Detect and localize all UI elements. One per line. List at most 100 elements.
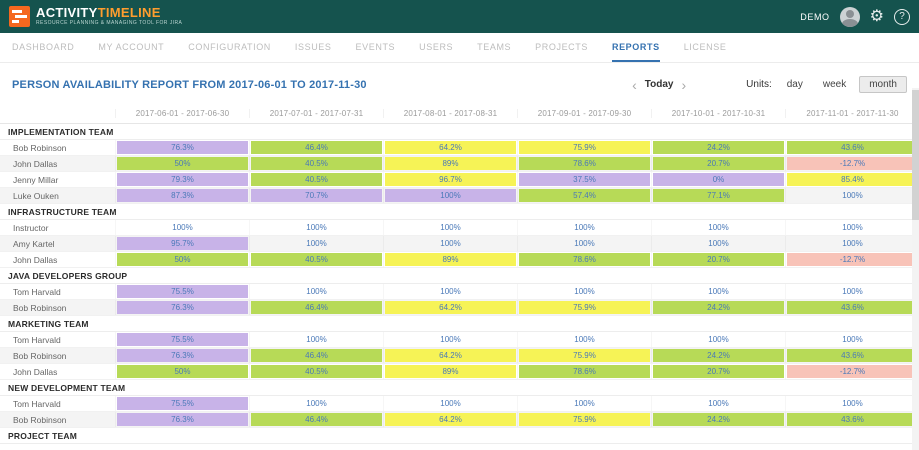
availability-cell[interactable]: 43.6% [785,348,919,363]
unit-button-day[interactable]: day [780,76,810,93]
availability-cell[interactable]: 64.2% [383,348,517,363]
availability-cell[interactable]: 20.7% [651,252,785,267]
availability-cell[interactable]: 75.9% [517,412,651,427]
availability-cell[interactable]: 100% [249,284,383,299]
availability-cell[interactable]: 57.4% [517,188,651,203]
availability-cell[interactable]: 75.9% [517,348,651,363]
availability-cell[interactable]: 100% [249,332,383,347]
availability-cell[interactable]: 50% [115,156,249,171]
scrollbar[interactable] [912,88,919,450]
availability-cell[interactable]: 64.2% [383,300,517,315]
availability-cell[interactable]: 37.5% [517,172,651,187]
availability-cell[interactable]: 78.6% [517,156,651,171]
availability-cell[interactable]: 50% [115,364,249,379]
availability-cell[interactable]: 100% [785,284,919,299]
availability-cell[interactable]: 64.2% [383,412,517,427]
today-button[interactable]: Today [643,79,676,90]
availability-cell[interactable]: 75.5% [115,284,249,299]
help-icon[interactable]: ? [894,9,910,25]
availability-cell[interactable]: 46.4% [249,140,383,155]
availability-cell[interactable]: 64.2% [383,140,517,155]
availability-cell[interactable]: 0% [651,172,785,187]
availability-cell[interactable]: 100% [785,332,919,347]
availability-cell[interactable]: 100% [785,188,919,203]
availability-cell[interactable]: 43.6% [785,412,919,427]
user-avatar[interactable] [840,7,860,27]
availability-cell[interactable]: -12.7% [785,252,919,267]
availability-cell[interactable]: 76.3% [115,140,249,155]
unit-button-month[interactable]: month [859,76,907,93]
availability-cell[interactable]: 100% [785,396,919,411]
availability-cell[interactable]: 77.1% [651,188,785,203]
availability-cell[interactable]: 46.4% [249,348,383,363]
availability-cell[interactable]: 40.5% [249,252,383,267]
availability-cell[interactable]: 89% [383,252,517,267]
availability-cell[interactable]: 46.4% [249,300,383,315]
nav-item-issues[interactable]: ISSUES [295,33,332,62]
availability-cell[interactable]: 75.5% [115,332,249,347]
availability-cell[interactable]: 24.2% [651,348,785,363]
availability-cell[interactable]: 46.4% [249,412,383,427]
availability-cell[interactable]: 85.4% [785,172,919,187]
prev-period-button[interactable]: ‹ [626,79,643,91]
availability-cell[interactable]: 40.5% [249,364,383,379]
availability-cell[interactable]: 100% [383,220,517,235]
availability-cell[interactable]: 70.7% [249,188,383,203]
availability-cell[interactable]: 100% [517,332,651,347]
settings-gear-icon[interactable]: ⚙ [870,9,884,25]
availability-cell[interactable]: 89% [383,364,517,379]
availability-cell[interactable]: 20.7% [651,364,785,379]
availability-cell[interactable]: 24.2% [651,140,785,155]
availability-cell[interactable]: 100% [517,236,651,251]
availability-cell[interactable]: 89% [383,156,517,171]
nav-item-teams[interactable]: TEAMS [477,33,511,62]
nav-item-events[interactable]: EVENTS [356,33,396,62]
nav-item-reports[interactable]: REPORTS [612,33,660,62]
availability-cell[interactable]: 75.9% [517,300,651,315]
availability-cell[interactable]: -12.7% [785,156,919,171]
availability-cell[interactable]: 78.6% [517,364,651,379]
availability-cell[interactable]: 100% [383,284,517,299]
availability-cell[interactable]: 100% [249,236,383,251]
availability-cell[interactable]: 100% [651,220,785,235]
availability-cell[interactable]: 100% [383,188,517,203]
availability-cell[interactable]: 100% [249,396,383,411]
availability-cell[interactable]: 100% [651,396,785,411]
availability-cell[interactable]: 76.3% [115,412,249,427]
availability-cell[interactable]: 100% [249,220,383,235]
availability-cell[interactable]: 100% [517,284,651,299]
availability-cell[interactable]: 20.7% [651,156,785,171]
nav-item-my-account[interactable]: MY ACCOUNT [98,33,164,62]
availability-cell[interactable]: 43.6% [785,300,919,315]
availability-cell[interactable]: 24.2% [651,412,785,427]
next-period-button[interactable]: › [675,79,692,91]
availability-cell[interactable]: 43.6% [785,140,919,155]
availability-cell[interactable]: 100% [785,236,919,251]
availability-cell[interactable]: 100% [383,396,517,411]
availability-cell[interactable]: 75.9% [517,140,651,155]
availability-cell[interactable]: 75.5% [115,396,249,411]
unit-button-week[interactable]: week [816,76,853,93]
nav-item-dashboard[interactable]: DASHBOARD [12,33,74,62]
availability-cell[interactable]: 100% [785,220,919,235]
scrollbar-thumb[interactable] [912,90,919,220]
availability-cell[interactable]: 100% [517,396,651,411]
nav-item-users[interactable]: USERS [419,33,453,62]
availability-cell[interactable]: 100% [517,220,651,235]
availability-cell[interactable]: 78.6% [517,252,651,267]
nav-item-projects[interactable]: PROJECTS [535,33,588,62]
availability-cell[interactable]: 96.7% [383,172,517,187]
availability-cell[interactable]: -12.7% [785,364,919,379]
nav-item-configuration[interactable]: CONFIGURATION [188,33,271,62]
availability-cell[interactable]: 87.3% [115,188,249,203]
nav-item-license[interactable]: LICENSE [684,33,727,62]
availability-cell[interactable]: 76.3% [115,300,249,315]
availability-cell[interactable]: 40.5% [249,172,383,187]
availability-cell[interactable]: 100% [115,220,249,235]
availability-cell[interactable]: 24.2% [651,300,785,315]
availability-cell[interactable]: 100% [651,236,785,251]
availability-cell[interactable]: 76.3% [115,348,249,363]
availability-cell[interactable]: 100% [651,284,785,299]
availability-cell[interactable]: 79.3% [115,172,249,187]
availability-cell[interactable]: 50% [115,252,249,267]
